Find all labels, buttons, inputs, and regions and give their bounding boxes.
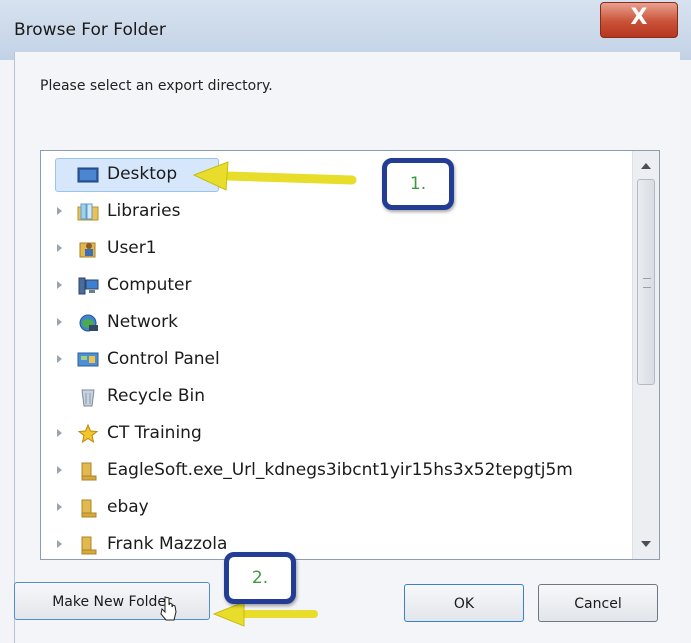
tree-item-label: Network	[107, 312, 178, 332]
close-icon: X	[630, 5, 648, 30]
tree-item-frank-mazzola[interactable]: Frank Mazzola	[51, 530, 611, 559]
vertical-scrollbar[interactable]	[632, 151, 659, 559]
folder-icon	[81, 536, 97, 555]
tree-item-network[interactable]: Network	[51, 308, 611, 338]
title-bar[interactable]: Browse For Folder X	[0, 0, 691, 60]
make-new-folder-button[interactable]: Make New Folder	[14, 582, 210, 620]
tree-item-libraries[interactable]: Libraries	[51, 197, 611, 227]
libraries-icon	[77, 203, 99, 221]
expand-arrow-icon[interactable]	[57, 244, 62, 252]
cancel-button[interactable]: Cancel	[538, 584, 658, 622]
star-folder-icon	[77, 424, 99, 444]
user-folder-icon	[79, 242, 96, 258]
scrollbar-thumb[interactable]	[637, 179, 655, 385]
tree-item-label: Computer	[107, 275, 192, 295]
expand-arrow-icon[interactable]	[57, 466, 62, 474]
window-title: Browse For Folder	[14, 20, 166, 40]
expand-arrow-icon[interactable]	[57, 281, 62, 289]
arrow-to-make-folder-icon	[212, 601, 318, 627]
tree-item-label: ebay	[107, 497, 149, 517]
tree-item-label: Recycle Bin	[107, 386, 206, 406]
mouse-pointer-icon	[160, 596, 177, 621]
tree-item-control-panel[interactable]: Control Panel	[51, 345, 611, 375]
arrow-to-desktop-icon	[192, 161, 357, 191]
control-panel-icon	[77, 352, 99, 367]
expand-arrow-icon[interactable]	[57, 503, 62, 511]
folder-tree[interactable]: Desktop Libraries User1 Computer Network…	[40, 150, 660, 560]
tree-item-label: Desktop	[107, 164, 178, 184]
tree-item-label: User1	[107, 238, 157, 258]
folder-icon	[81, 499, 97, 518]
recycle-bin-icon	[81, 389, 95, 407]
expand-arrow-icon[interactable]	[57, 540, 62, 548]
expand-arrow-icon[interactable]	[57, 429, 62, 437]
dialog-prompt: Please select an export directory.	[40, 78, 273, 94]
close-button[interactable]: X	[600, 2, 678, 38]
ok-button[interactable]: OK	[404, 584, 524, 622]
expand-arrow-icon[interactable]	[57, 207, 62, 215]
tree-item-eaglesoft-url[interactable]: EagleSoft.exe_Url_kdnegs3ibcnt1yir15hs3x…	[51, 456, 611, 486]
tree-item-label: Control Panel	[107, 349, 220, 369]
scroll-up-arrow-icon[interactable]	[641, 163, 651, 169]
browse-for-folder-dialog: Browse For Folder X Please select an exp…	[0, 0, 691, 643]
computer-icon	[78, 277, 99, 295]
expand-arrow-icon[interactable]	[57, 355, 62, 363]
grip-icon	[643, 278, 651, 288]
tree-item-user1[interactable]: User1	[51, 234, 611, 264]
tree-item-label: CT Training	[107, 423, 202, 443]
tree-item-ct-training[interactable]: CT Training	[51, 419, 611, 449]
folder-icon	[81, 462, 97, 481]
network-icon	[79, 314, 98, 332]
tree-item-label: Libraries	[107, 201, 181, 221]
tree-item-ebay[interactable]: ebay	[51, 493, 611, 523]
tree-item-label: EagleSoft.exe_Url_kdnegs3ibcnt1yir15hs3x…	[107, 460, 573, 480]
callout-step-1: 1.	[382, 158, 454, 210]
tree-item-label: Frank Mazzola	[107, 534, 228, 554]
tree-item-computer[interactable]: Computer	[51, 271, 611, 301]
expand-arrow-icon[interactable]	[57, 318, 62, 326]
tree-item-recycle-bin[interactable]: Recycle Bin	[51, 382, 611, 412]
scroll-down-arrow-icon[interactable]	[641, 541, 651, 547]
desktop-icon	[77, 167, 99, 183]
callout-step-2: 2.	[224, 552, 296, 604]
